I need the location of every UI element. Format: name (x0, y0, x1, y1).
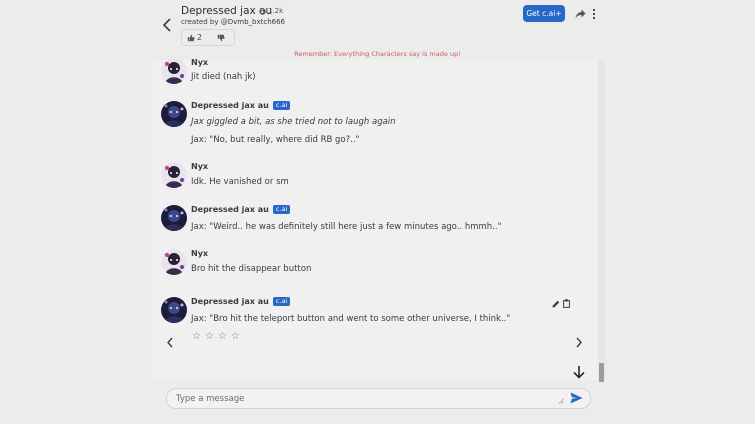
scrollbar-thumb[interactable] (599, 363, 604, 382)
chat-bubble-icon (259, 7, 266, 15)
character-avatar[interactable] (161, 101, 187, 127)
vote-box: 2 (181, 29, 235, 46)
creator-prefix: created by (181, 18, 219, 26)
message-text: Bro hit the disappear button (191, 264, 312, 274)
scrollbar-track[interactable] (598, 60, 605, 382)
rating-stars: ☆ ☆ ☆ ☆ (192, 331, 242, 342)
message-author: Nyx (191, 58, 209, 67)
user-avatar[interactable] (161, 58, 187, 84)
message-text: Jax: "Weird.. he was definitely still he… (191, 222, 502, 232)
disclaimer: Remember: Everything Characters say is m… (294, 50, 461, 58)
more-vertical-icon[interactable] (591, 8, 597, 20)
message-text: Idk. He vanished or sm (191, 177, 289, 187)
interaction-count-value: 1.2k (268, 7, 284, 15)
resize-grip-icon[interactable] (558, 398, 564, 404)
like-count: 2 (197, 33, 203, 42)
message-text: Jax: "No, but really, where did RB go?..… (191, 135, 360, 145)
send-icon[interactable] (570, 392, 583, 404)
thumbs-up-icon (187, 34, 195, 41)
like-button[interactable]: 2 (182, 30, 207, 45)
message-author: Nyx (191, 162, 209, 171)
chat-page: Depressed jax au 1.2k created by @Dvmb_b… (0, 0, 755, 424)
user-avatar[interactable] (161, 162, 187, 188)
get-cai-plus-button[interactable]: Get c.ai+ (523, 5, 565, 22)
star-icon[interactable]: ☆ (218, 331, 229, 342)
cai-badge: c.ai (272, 101, 291, 110)
character-avatar[interactable] (161, 205, 187, 231)
arrow-down-icon[interactable] (572, 365, 586, 379)
cai-badge: c.ai (272, 205, 291, 214)
star-icon[interactable]: ☆ (231, 331, 242, 342)
thumbs-down-icon (217, 34, 225, 41)
previous-response-chevron-icon[interactable] (166, 337, 174, 348)
cai-badge: c.ai (272, 297, 291, 306)
next-response-chevron-icon[interactable] (575, 337, 583, 348)
message-input[interactable] (176, 389, 556, 408)
message-composer (166, 388, 591, 409)
pencil-icon[interactable] (552, 300, 560, 308)
star-icon[interactable]: ☆ (205, 331, 216, 342)
character-avatar[interactable] (161, 297, 187, 323)
message-author: Nyx (191, 249, 209, 258)
message-text: Jax giggled a bit, as she tried not to l… (191, 117, 396, 127)
interaction-count: 1.2k (259, 7, 283, 15)
message-text: Jit died (nah jk) (191, 72, 256, 82)
copy-icon[interactable] (563, 299, 570, 308)
message-author: Depressed jax au c.ai (191, 297, 291, 306)
user-avatar[interactable] (161, 249, 187, 275)
creator-handle[interactable]: @Dvmb_bxtch666 (221, 18, 285, 26)
message-text: Jax: "Bro hit the teleport button and we… (191, 314, 511, 324)
dislike-button[interactable] (207, 30, 225, 45)
back-chevron-icon[interactable] (160, 17, 174, 33)
message-author: Depressed jax au c.ai (191, 205, 291, 214)
star-icon[interactable]: ☆ (192, 331, 203, 342)
message-author: Depressed jax au c.ai (191, 101, 291, 110)
share-icon[interactable] (575, 9, 586, 19)
creator-line: created by @Dvmb_bxtch666 (181, 18, 285, 26)
